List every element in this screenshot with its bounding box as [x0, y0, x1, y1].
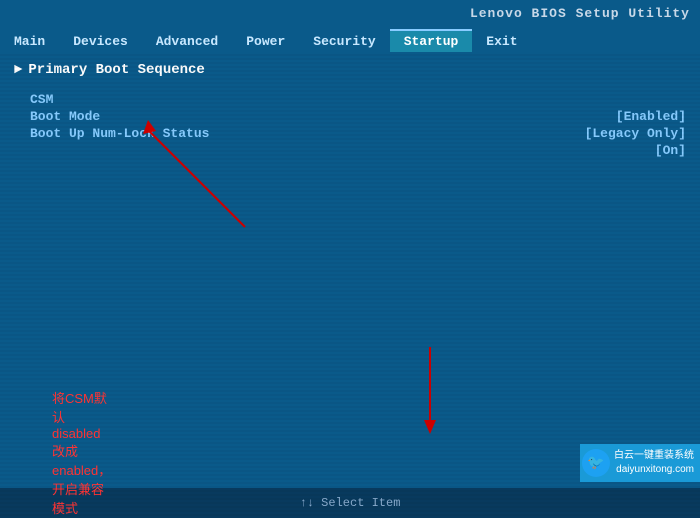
- menu-bar: Lenovo BIOS Setup Utility Main Devices A…: [0, 0, 700, 52]
- bottom-hint: ↑↓ Select Item: [300, 496, 401, 510]
- setting-on-value: [On]: [655, 143, 686, 158]
- tab-startup[interactable]: Startup: [390, 29, 473, 52]
- bios-screen: Lenovo BIOS Setup Utility Main Devices A…: [0, 0, 700, 518]
- settings-list: CSM Boot Mode [Enabled] Boot Up Num-Lock…: [14, 92, 686, 158]
- setting-numlock-label: Boot Up Num-Lock Status: [30, 126, 209, 141]
- tab-devices[interactable]: Devices: [59, 31, 142, 52]
- menu-tabs: Main Devices Advanced Power Security Sta…: [0, 24, 700, 52]
- tab-advanced[interactable]: Advanced: [142, 31, 232, 52]
- section-title: Primary Boot Sequence: [28, 62, 204, 78]
- bios-title: Lenovo BIOS Setup Utility: [470, 6, 690, 21]
- setting-boot-mode-value: [Enabled]: [616, 109, 686, 124]
- tab-security[interactable]: Security: [299, 31, 389, 52]
- tab-power[interactable]: Power: [232, 31, 299, 52]
- content-area: ► Primary Boot Sequence CSM Boot Mode [E…: [0, 52, 700, 488]
- section-header: ► Primary Boot Sequence: [14, 62, 686, 78]
- setting-on: [On]: [30, 143, 686, 158]
- setting-boot-mode: Boot Mode [Enabled]: [30, 109, 686, 124]
- setting-csm: CSM: [30, 92, 686, 107]
- setting-numlock-value: [Legacy Only]: [585, 126, 686, 141]
- setting-numlock: Boot Up Num-Lock Status [Legacy Only]: [30, 126, 686, 141]
- setting-boot-mode-label: Boot Mode: [30, 109, 100, 124]
- watermark-bird-icon: 🐦: [582, 449, 610, 477]
- watermark-text: 白云一键重装系统 daiyunxitong.com: [614, 449, 694, 477]
- tab-exit[interactable]: Exit: [472, 31, 531, 52]
- watermark: 🐦 白云一键重装系统 daiyunxitong.com: [580, 444, 700, 482]
- section-arrow-icon: ►: [14, 62, 22, 78]
- tab-main[interactable]: Main: [0, 31, 59, 52]
- setting-csm-label: CSM: [30, 92, 53, 107]
- bottom-bar: ↑↓ Select Item: [0, 488, 700, 518]
